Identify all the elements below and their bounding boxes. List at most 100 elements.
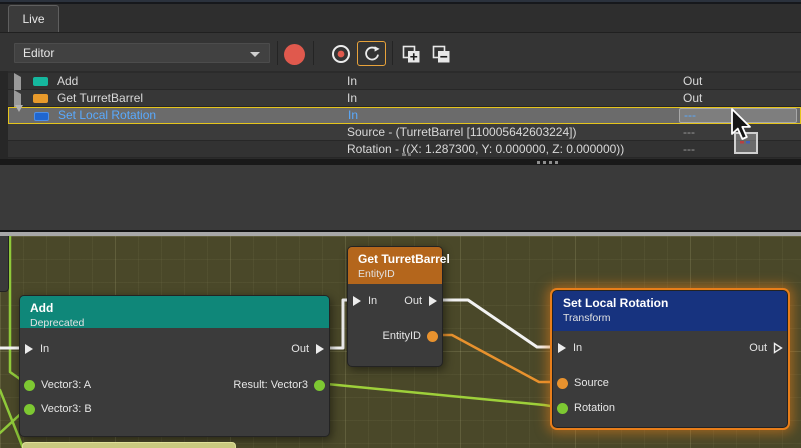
pin-exec-out[interactable]: Out <box>291 343 325 355</box>
node-title: Get TurretBarrel <box>358 252 432 266</box>
tree-resize-dots[interactable] <box>402 153 414 156</box>
expander-collapsed-icon[interactable] <box>14 77 21 91</box>
wire-get-to-set[interactable] <box>441 300 556 347</box>
wire-entityid-to-source[interactable] <box>433 335 556 382</box>
pin-exec-in[interactable]: In <box>557 342 582 354</box>
exec-pin-icon <box>352 295 362 307</box>
pin-exec-out[interactable]: Out <box>404 295 438 307</box>
node-subtitle: Transform <box>563 312 777 324</box>
node-set-header[interactable]: Set Local Rotation Transform <box>553 291 787 331</box>
pin-label: Result: Vector3 <box>233 379 308 391</box>
chevron-down-icon <box>250 52 260 57</box>
tab-bar: Live <box>0 4 801 33</box>
record-icon <box>284 44 305 65</box>
tree-row-in-cell[interactable]: In <box>348 108 358 122</box>
data-pin-icon <box>557 403 568 414</box>
data-pin-icon <box>314 380 325 391</box>
tree-row-add[interactable]: Add In Out <box>8 73 801 90</box>
exec-pin-icon <box>557 342 567 354</box>
debugger-toolbar: Editor <box>0 33 801 72</box>
tree-row-get-turretbarrel[interactable]: Get TurretBarrel In Out <box>8 90 801 107</box>
tree-row-in-cell[interactable]: In <box>347 91 357 105</box>
tree-row-out-cell[interactable]: Out <box>683 91 702 105</box>
exec-pin-icon <box>315 343 325 355</box>
tree-subrow-label: Source - (TurretBarrel [110005642603224]… <box>347 125 576 139</box>
tree-subrow-out-cell: --- <box>683 142 695 156</box>
node-color-chip <box>33 77 48 86</box>
exec-pin-icon <box>24 343 34 355</box>
tab-live[interactable]: Live <box>8 5 59 32</box>
pin-label: Out <box>404 295 422 307</box>
record-button[interactable] <box>281 41 307 67</box>
pin-source[interactable]: Source <box>557 377 609 389</box>
pin-exec-in[interactable]: In <box>352 295 377 307</box>
expand-all-button[interactable] <box>398 41 424 67</box>
tree-row-out-cell[interactable]: --- <box>684 108 696 122</box>
exec-pin-hollow-icon <box>773 342 783 354</box>
pin-label: In <box>573 342 582 354</box>
toolbar-separator <box>313 41 314 65</box>
node-set-local-rotation[interactable]: Set Local Rotation Transform In Out Sour… <box>552 290 788 428</box>
node-color-chip <box>34 112 49 121</box>
data-pin-icon <box>427 331 438 342</box>
tree-row-label: Set Local Rotation <box>58 108 156 122</box>
expand-all-icon <box>402 45 421 64</box>
wire-result-to-rotation[interactable] <box>327 384 557 407</box>
pin-result-vector3[interactable]: Result: Vector3 <box>233 379 325 391</box>
toolbar-separator <box>392 41 393 65</box>
tree-row-label: Add <box>57 74 78 88</box>
tree-subrow-source[interactable]: Source - (TurretBarrel [110005642603224]… <box>8 124 801 141</box>
node-color-chip <box>33 94 48 103</box>
tree-row-out-cell[interactable]: Out <box>683 74 702 88</box>
node-get-header[interactable]: Get TurretBarrel EntityID <box>348 247 442 284</box>
pin-rotation[interactable]: Rotation <box>557 402 615 414</box>
refresh-icon <box>363 45 381 63</box>
tree-row-label: Get TurretBarrel <box>57 91 143 105</box>
pin-exec-out[interactable]: Out <box>749 342 783 354</box>
empty-panel <box>0 165 801 230</box>
pin-vector3-a[interactable]: Vector3: A <box>24 379 91 391</box>
pin-label: EntityID <box>382 330 421 342</box>
node-get-turretbarrel[interactable]: Get TurretBarrel EntityID In Out EntityI… <box>347 246 443 367</box>
node-title: Set Local Rotation <box>563 296 777 310</box>
pin-vector3-b[interactable]: Vector3: B <box>24 403 92 415</box>
script-canvas-graph[interactable]: Add Deprecated In Out Vector3: A Vector3… <box>0 236 801 448</box>
splitter-handle-icon <box>537 161 558 164</box>
pin-exec-in[interactable]: In <box>24 343 49 355</box>
pin-label: In <box>368 295 377 307</box>
data-pin-icon <box>557 378 568 389</box>
pin-label: Out <box>749 342 767 354</box>
collapse-all-button[interactable] <box>428 41 454 67</box>
pin-label: Vector3: A <box>41 379 91 391</box>
tree-gutter <box>0 71 8 159</box>
toolbar-separator <box>277 41 278 65</box>
capture-target-button[interactable] <box>328 41 354 67</box>
offscreen-node-edge[interactable] <box>0 236 9 292</box>
record-target-icon <box>330 43 352 65</box>
tree-row-set-local-rotation-selected[interactable]: Set Local Rotation In --- <box>8 107 801 124</box>
debug-node-tree: Add In Out Get TurretBarrel In Out Set L… <box>0 71 801 159</box>
script-canvas-debugger-window: Live Editor <box>0 0 801 448</box>
pin-label: Source <box>574 377 609 389</box>
pin-label: Out <box>291 343 309 355</box>
out-cell-hover-highlight[interactable] <box>679 108 797 123</box>
offscreen-node-header[interactable] <box>22 442 236 448</box>
tab-live-label: Live <box>22 12 44 26</box>
refresh-button[interactable] <box>357 41 386 66</box>
pin-label: Vector3: B <box>41 403 92 415</box>
pin-label: In <box>40 343 49 355</box>
pin-label: Rotation <box>574 402 615 414</box>
node-add-header[interactable]: Add Deprecated <box>20 296 329 328</box>
target-select[interactable]: Editor <box>14 43 270 63</box>
tree-subrow-label: Rotation - ((X: 1.287300, Y: 0.000000, Z… <box>347 142 624 156</box>
pin-entityid[interactable]: EntityID <box>382 330 438 342</box>
data-pin-icon <box>24 404 35 415</box>
node-title: Add <box>30 301 319 315</box>
target-select-value: Editor <box>23 46 54 60</box>
exec-pin-icon <box>428 295 438 307</box>
collapse-all-icon <box>432 45 451 64</box>
node-add[interactable]: Add Deprecated In Out Vector3: A Vector3… <box>19 295 330 437</box>
tree-row-in-cell[interactable]: In <box>347 74 357 88</box>
node-subtitle: EntityID <box>358 268 432 280</box>
node-subtitle: Deprecated <box>30 317 319 329</box>
